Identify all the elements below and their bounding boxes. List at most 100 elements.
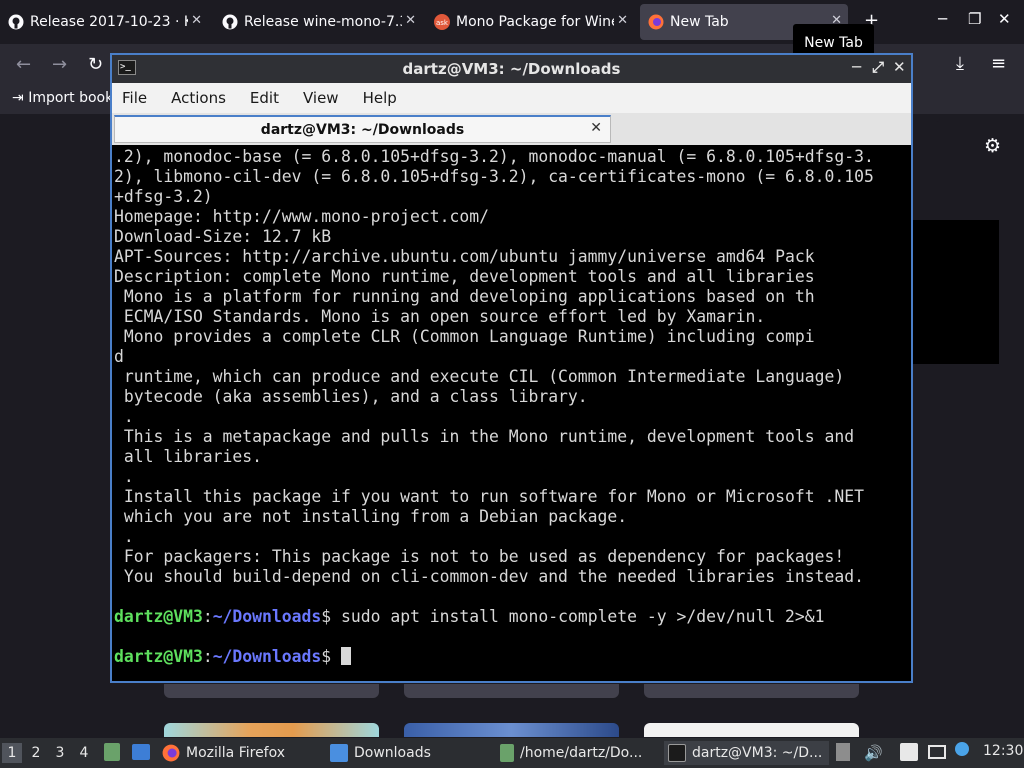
task-terminal[interactable]: dartz@VM3: ~/D... [664, 741, 829, 765]
top-site-tile[interactable] [644, 684, 859, 698]
terminal-output-line: Install this package if you want to run … [114, 487, 864, 506]
task-text-editor[interactable]: /home/dartz/Do... [500, 741, 655, 765]
terminal-output-line: which you are not installing from a Debi… [114, 507, 628, 526]
prompt-path: ~/Downloads [212, 647, 322, 666]
terminal-window[interactable]: >_ dartz@VM3: ~/Downloads ─ ⤢ ✕ File Act… [110, 53, 913, 683]
story-card-image[interactable] [164, 723, 379, 737]
forward-arrow-icon[interactable]: → [52, 54, 67, 75]
story-card-image[interactable] [644, 723, 859, 737]
close-icon[interactable]: ✕ [191, 13, 202, 28]
terminal-output-line: Homepage: http://www.mono-project.com/ [114, 207, 489, 226]
terminal-output-line: . [114, 527, 134, 546]
close-icon[interactable]: ✕ [590, 120, 602, 136]
terminal-output-line: .2), monodoc-base (= 6.8.0.105+dfsg-3.2)… [114, 147, 874, 166]
task-label: /home/dartz/Do... [520, 745, 643, 761]
terminal-output-line: APT-Sources: http://archive.ubuntu.com/u… [114, 247, 815, 266]
task-label: Mozilla Firefox [186, 745, 286, 761]
terminal-output-line: You should build-depend on cli-common-de… [114, 567, 864, 586]
volume-icon[interactable]: 🔊 [864, 744, 883, 762]
prompt-user: dartz@VM3 [114, 607, 203, 626]
browser-tab-release-2017[interactable]: Release 2017-10-23 · K ✕ [8, 4, 208, 40]
back-arrow-icon[interactable]: ← [16, 54, 31, 75]
folder-icon [330, 744, 348, 762]
terminal-output-line: d [114, 347, 124, 366]
terminal-output-line: +dfsg-3.2) [114, 187, 213, 206]
prompt-dollar: $ [321, 607, 341, 626]
import-bookmarks-button[interactable]: ⇥ Import book [12, 90, 113, 106]
terminal-title-bar[interactable]: >_ dartz@VM3: ~/Downloads ─ ⤢ ✕ [112, 55, 911, 83]
menu-help[interactable]: Help [363, 89, 397, 107]
terminal-output-line: Mono provides a complete CLR (Common Lan… [114, 327, 815, 346]
firefox-icon [648, 14, 664, 30]
prompt-dollar: $ [321, 647, 341, 666]
top-site-tile[interactable] [164, 684, 379, 698]
terminal-output-line: . [114, 407, 134, 426]
terminal-prompt-line: dartz@VM3:~/Downloads$ [114, 647, 909, 667]
menu-edit[interactable]: Edit [250, 89, 279, 107]
text-editor-icon [500, 744, 514, 762]
terminal-output-line: 2), libmono-cil-dev (= 6.8.0.105+dfsg-3.… [114, 167, 874, 186]
maximize-icon[interactable]: ❐ [968, 10, 981, 28]
network-icon[interactable] [928, 745, 946, 759]
workspace-2[interactable]: 2 [26, 743, 46, 763]
top-site-tile[interactable] [404, 684, 619, 698]
maximize-icon[interactable]: ⤢ [872, 58, 884, 76]
github-icon [8, 14, 24, 30]
terminal-app-icon: >_ [118, 60, 136, 75]
menu-file[interactable]: File [122, 89, 147, 107]
close-icon[interactable]: ✕ [617, 13, 628, 28]
firefox-icon [162, 744, 180, 762]
browser-tab-mono-package[interactable]: ask Mono Package for Wine ✕ [434, 4, 634, 40]
menu-view[interactable]: View [303, 89, 339, 107]
minimize-icon[interactable]: ─ [852, 58, 861, 76]
task-firefox[interactable]: Mozilla Firefox [162, 741, 312, 765]
minimize-icon[interactable]: ─ [938, 10, 947, 28]
story-card-image[interactable] [404, 723, 619, 737]
clipboard-icon[interactable] [836, 743, 850, 761]
clock: 12:30 [983, 743, 1024, 759]
terminal-prompt-line: dartz@VM3:~/Downloads$ sudo apt install … [114, 607, 909, 627]
terminal-output-line: ECMA/ISO Standards. Mono is an open sour… [114, 307, 766, 326]
close-icon[interactable]: ✕ [405, 13, 416, 28]
downloads-icon[interactable]: ⤓ [956, 53, 964, 74]
workspace-4[interactable]: 4 [74, 743, 94, 763]
terminal-output-line: For packagers: This package is not to be… [114, 547, 845, 566]
import-bookmarks-label: Import book [28, 90, 114, 106]
task-downloads[interactable]: Downloads [330, 741, 480, 765]
close-icon[interactable]: ✕ [893, 58, 906, 76]
gear-icon[interactable]: ⚙ [984, 135, 1001, 157]
browser-tab-wine-mono[interactable]: Release wine-mono-7.3 ✕ [222, 4, 422, 40]
github-icon [222, 14, 238, 30]
hamburger-menu-icon[interactable]: ≡ [991, 53, 1006, 74]
terminal-output-line: This is a metapackage and pulls in the M… [114, 427, 855, 446]
terminal-tab-row: dartz@VM3: ~/Downloads ✕ [112, 113, 911, 145]
terminal-menu-bar: File Actions Edit View Help [112, 83, 911, 113]
browser-tab-title: Release wine-mono-7.3 [244, 14, 402, 30]
file-manager-launcher-icon[interactable] [104, 743, 120, 761]
terminal-icon [668, 744, 686, 762]
task-label: dartz@VM3: ~/D... [692, 745, 823, 761]
terminal-tab[interactable]: dartz@VM3: ~/Downloads ✕ [114, 115, 611, 143]
taskbar: 1 2 3 4 Mozilla Firefox Downloads /home/… [0, 738, 1024, 768]
prompt-separator: : [202, 647, 213, 666]
browser-tab-title: New Tab [670, 14, 729, 30]
prompt-path: ~/Downloads [212, 607, 322, 626]
task-label: Downloads [354, 745, 431, 761]
desktop-launcher-icon[interactable] [132, 744, 150, 760]
notes-icon[interactable] [900, 743, 918, 761]
terminal-output[interactable]: .2), monodoc-base (= 6.8.0.105+dfsg-3.2)… [114, 147, 909, 679]
prompt-user: dartz@VM3 [114, 647, 203, 666]
terminal-output-line: . [114, 467, 134, 486]
update-notifier-icon[interactable] [955, 742, 969, 756]
browser-tab-title: Release 2017-10-23 · K [30, 14, 188, 30]
terminal-output-line: Mono is a platform for running and devel… [114, 287, 815, 306]
workspace-3[interactable]: 3 [50, 743, 70, 763]
workspace-1[interactable]: 1 [2, 743, 22, 763]
terminal-output-line: bytecode (aka assemblies), and a class l… [114, 387, 588, 406]
close-window-icon[interactable]: ✕ [998, 10, 1011, 28]
menu-actions[interactable]: Actions [171, 89, 226, 107]
reload-icon[interactable]: ↻ [88, 54, 103, 75]
terminal-output-line: all libraries. [114, 447, 263, 466]
terminal-command: sudo apt install mono-complete -y >/dev/… [341, 607, 825, 626]
